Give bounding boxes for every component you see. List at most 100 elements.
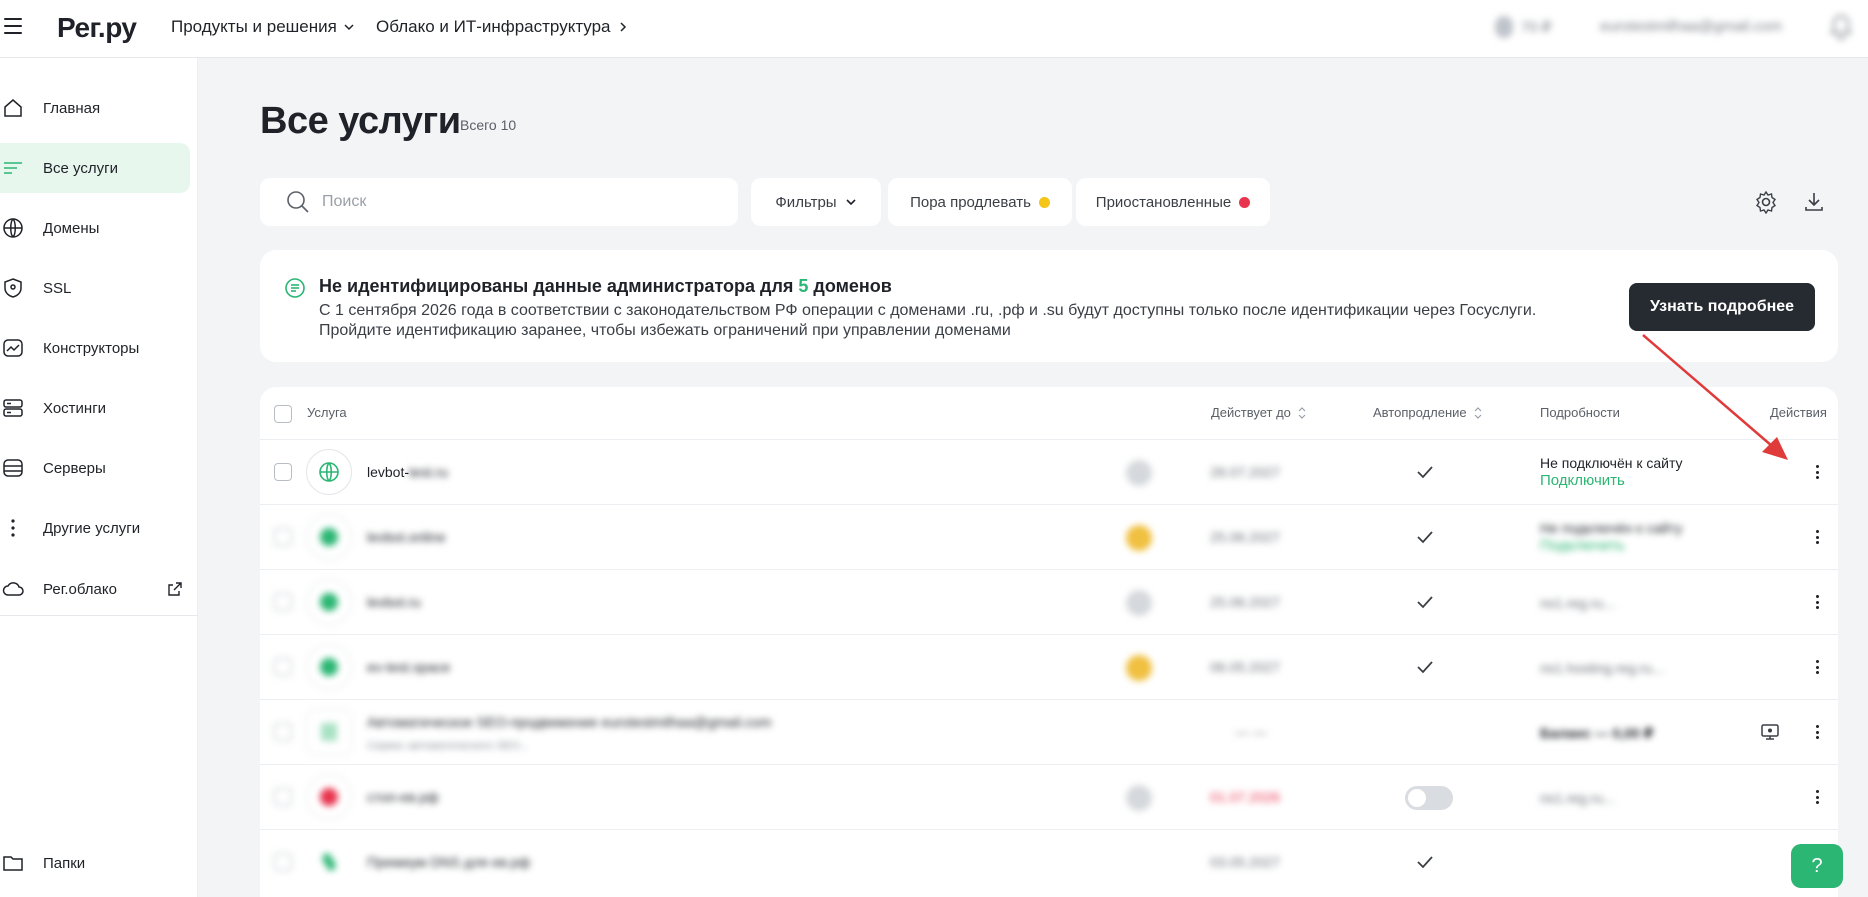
select-all-checkbox[interactable]: [274, 405, 292, 423]
row-checkbox[interactable]: [274, 528, 292, 546]
suspended-filter-chip[interactable]: Приостановленные: [1076, 178, 1270, 226]
bell-icon[interactable]: [1830, 14, 1852, 40]
check-icon: [1417, 596, 1433, 609]
check-icon: [1417, 531, 1433, 544]
row-actions-menu[interactable]: [1808, 460, 1826, 484]
account-email[interactable]: eurotestmilhaa@gmail.com: [1600, 18, 1782, 35]
details-status: Не подключён к сайту: [1540, 455, 1683, 471]
domain-globe-icon: [306, 514, 352, 560]
row-checkbox[interactable]: [274, 593, 292, 611]
top-header: Рег.ру Продукты и решения Облако и ИТ-ин…: [0, 0, 1868, 58]
filters-button[interactable]: Фильтры: [751, 178, 881, 226]
banner-title: Не идентифицированы данные администратор…: [319, 276, 892, 297]
banner-title-pre: Не идентифицированы данные администратор…: [319, 276, 799, 296]
sidebar-item-home[interactable]: Главная: [0, 83, 190, 133]
balance[interactable]: 70 ₽: [1495, 16, 1551, 38]
lock-icon: [1126, 785, 1152, 811]
sidebar-item-other[interactable]: Другие услуги: [0, 503, 190, 553]
menu-icon[interactable]: [4, 18, 22, 34]
col-autorenew[interactable]: Автопродление: [1373, 405, 1483, 420]
autorenew-toggle[interactable]: [1405, 786, 1453, 810]
table-row[interactable]: стоп-ев.рф 01.07.2026 ns1.reg.ru...: [260, 764, 1838, 829]
connect-link[interactable]: Подключить: [1540, 537, 1683, 555]
monitor-icon[interactable]: [1760, 722, 1780, 742]
sidebar-item-label: Другие услуги: [43, 519, 141, 537]
table-row[interactable]: Автоматическое SEO-продвижение eurotestm…: [260, 699, 1838, 764]
download-icon[interactable]: [1802, 190, 1826, 214]
service-name[interactable]: ev-test.space: [367, 659, 450, 675]
table-row[interactable]: Премиум DNS для ев.рф 03.05.2027: [260, 829, 1838, 894]
service-name-hidden: test.ru: [409, 464, 448, 480]
search-box[interactable]: [260, 178, 738, 226]
row-checkbox[interactable]: [274, 853, 292, 871]
table-row[interactable]: levbot-test.ru 28.07.2027 Не подключён к…: [260, 439, 1838, 504]
service-name[interactable]: стоп-ев.рф: [367, 789, 439, 805]
learn-more-button[interactable]: Узнать подробнее: [1629, 283, 1815, 331]
lock-icon: [1126, 590, 1152, 616]
row-checkbox[interactable]: [274, 723, 292, 741]
help-button[interactable]: ?: [1791, 844, 1843, 888]
sidebar-item-domains[interactable]: Домены: [0, 203, 190, 253]
valid-until-date: 01.07.2026: [1210, 789, 1281, 805]
renew-label: Пора продлевать: [910, 193, 1031, 211]
row-actions-menu[interactable]: [1808, 655, 1826, 679]
cloud-icon: [2, 582, 24, 596]
service-name[interactable]: Автоматическое SEO-продвижение eurotestm…: [367, 714, 771, 730]
sidebar-item-builders[interactable]: Конструкторы: [0, 323, 190, 373]
sidebar-item-all-services[interactable]: Все услуги: [0, 143, 190, 193]
sidebar-item-servers[interactable]: Серверы: [0, 443, 190, 493]
table-row[interactable]: levbot.online 25.06.2027 Не подключён к …: [260, 504, 1838, 569]
sidebar-item-label: Рег.облако: [43, 580, 117, 598]
nav-products-label: Продукты и решения: [171, 17, 337, 36]
banner-title-post: доменов: [808, 276, 892, 296]
sidebar-item-hosting[interactable]: Хостинги: [0, 383, 190, 433]
connect-link[interactable]: Подключить: [1540, 472, 1683, 490]
gear-icon[interactable]: [1754, 190, 1778, 214]
service-name[interactable]: levbot.ru: [367, 594, 421, 610]
lock-icon: [1126, 460, 1152, 486]
renew-filter-chip[interactable]: Пора продлевать: [888, 178, 1072, 226]
seo-service-icon: [306, 709, 352, 755]
service-name[interactable]: levbot.online: [367, 529, 446, 545]
search-input[interactable]: [322, 190, 712, 214]
row-actions-menu[interactable]: [1808, 785, 1826, 809]
server-icon: [3, 459, 23, 477]
col-service: Услуга: [307, 405, 347, 420]
nav-products[interactable]: Продукты и решения: [171, 17, 355, 37]
col-details: Подробности: [1540, 405, 1620, 420]
services-table: Услуга Действует до Автопродление Подроб…: [260, 387, 1838, 897]
sidebar-item-label: Папки: [43, 854, 86, 872]
col-service-label: Услуга: [307, 405, 347, 420]
logo[interactable]: Рег.ру: [57, 12, 137, 44]
row-actions-menu[interactable]: [1808, 720, 1826, 744]
sidebar: Главная Все услуги Домены SSL Конструкто…: [0, 58, 198, 897]
builder-icon: [3, 339, 23, 357]
banner-title-count: 5: [798, 276, 809, 296]
row-checkbox[interactable]: [274, 788, 292, 806]
valid-until-date: 25.06.2027: [1210, 594, 1281, 610]
domain-globe-icon: [306, 579, 352, 625]
row-actions-menu[interactable]: [1808, 590, 1826, 614]
service-name[interactable]: levbot-test.ru: [367, 464, 448, 480]
service-name[interactable]: Премиум DNS для ев.рф: [367, 854, 530, 870]
details: ns1.reg.ru...: [1540, 790, 1615, 806]
nav-cloud[interactable]: Облако и ИТ-инфраструктура: [376, 17, 629, 37]
check-icon: [1417, 466, 1433, 479]
sidebar-item-ssl[interactable]: SSL: [0, 263, 190, 313]
col-actions-label: Действия: [1770, 405, 1827, 420]
service-subtitle: Сервис автоматического SEO...: [367, 740, 529, 752]
row-actions-menu[interactable]: [1808, 525, 1826, 549]
row-checkbox[interactable]: [274, 658, 292, 676]
row-checkbox[interactable]: [274, 463, 292, 481]
check-icon: [1417, 856, 1433, 869]
chevron-down-icon: [344, 24, 354, 31]
details-status: Не подключён к сайту: [1540, 520, 1683, 536]
banner-line-2: Пройдите идентификацию заранее, чтобы из…: [319, 322, 1011, 339]
dns-service-icon: [306, 839, 352, 885]
sidebar-item-folders[interactable]: Папки: [0, 838, 190, 888]
table-row[interactable]: levbot.ru 25.06.2027 ns1.reg.ru...: [260, 569, 1838, 634]
sidebar-item-regcloud[interactable]: Рег.облако: [0, 564, 190, 614]
details: Не подключён к сайту Подключить: [1540, 454, 1683, 490]
table-row[interactable]: ev-test.space 06.05.2027 ns1.hosting.reg…: [260, 634, 1838, 699]
col-valid-until[interactable]: Действует до: [1211, 405, 1307, 420]
